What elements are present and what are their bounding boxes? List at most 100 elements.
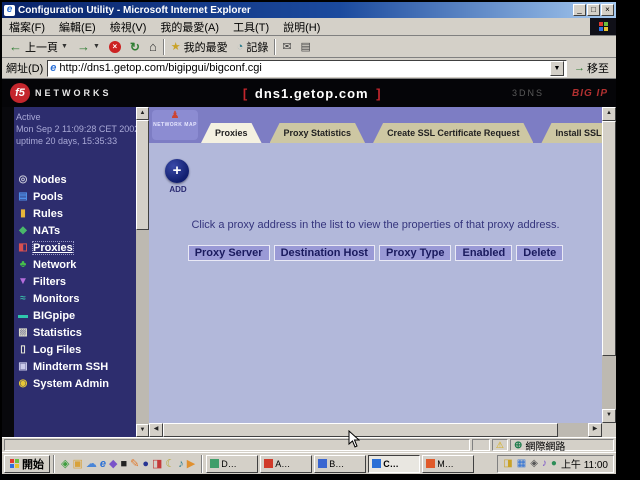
task-window-button[interactable]: M…	[422, 455, 474, 473]
restore-button[interactable]: □	[587, 4, 600, 16]
stop-icon: ×	[109, 41, 121, 53]
refresh-button[interactable]: ↻	[127, 39, 143, 55]
start-button[interactable]: 開始	[4, 455, 50, 473]
col-proxy-type[interactable]: Proxy Type	[379, 245, 452, 261]
menu-view[interactable]: 檢視(V)	[103, 19, 154, 35]
history-button[interactable]: ◔ 記錄	[234, 38, 272, 56]
col-delete[interactable]: Delete	[516, 245, 563, 261]
back-dropdown-icon[interactable]: ▼	[61, 43, 68, 50]
sidebar-item-bigpipe[interactable]: ▬ BIGpipe	[16, 307, 136, 324]
sidebar-item-system-admin[interactable]: ◉ System Admin	[16, 375, 136, 392]
tray-icon[interactable]: ◈	[530, 458, 538, 469]
address-dropdown-icon[interactable]: ▼	[550, 61, 564, 76]
rules-icon: ▮	[16, 208, 30, 219]
address-label: 網址(D)	[6, 60, 43, 76]
forward-dropdown-icon[interactable]: ▼	[93, 43, 100, 50]
sidebar-scroll-thumb[interactable]	[136, 120, 149, 230]
sidebar-item-filters[interactable]: ▼ Filters	[16, 273, 136, 290]
sidebar: Active Mon Sep 2 11:09:28 CET 2002 uptim…	[2, 107, 136, 437]
quick-launch-icon[interactable]: ◨	[152, 456, 162, 472]
quick-launch-icon[interactable]: ▶	[187, 456, 195, 472]
menu-edit[interactable]: 編輯(E)	[52, 19, 103, 35]
add-icon[interactable]: +	[165, 159, 189, 183]
sidebar-item-statistics[interactable]: ▨ Statistics	[16, 324, 136, 341]
add-proxy-control[interactable]: + ADD	[165, 159, 191, 194]
status-message-panel	[4, 439, 470, 451]
back-button[interactable]: ← 上一頁 ▼	[6, 38, 71, 56]
task-icon	[426, 459, 435, 468]
home-button[interactable]: ⌂	[146, 38, 160, 55]
address-input[interactable]	[59, 62, 550, 74]
scroll-down-icon[interactable]: ▼	[602, 409, 616, 423]
sidebar-item-mindterm-ssh[interactable]: ▣ Mindterm SSH	[16, 358, 136, 375]
quick-launch-icon[interactable]: ▣	[72, 456, 82, 472]
menu-favorites[interactable]: 我的最愛(A)	[153, 19, 226, 35]
nats-icon: ◆	[16, 225, 30, 236]
task-window-button[interactable]: D…	[206, 455, 258, 473]
content-horizontal-scrollbar[interactable]: ◀ ▶	[149, 423, 602, 437]
scroll-down-icon[interactable]: ▼	[136, 424, 149, 437]
sidebar-item-nodes[interactable]: ◎ Nodes	[16, 171, 136, 188]
system-admin-icon: ◉	[16, 378, 30, 389]
tray-icon[interactable]: ●	[551, 458, 557, 469]
quick-launch-icon[interactable]: ●	[142, 456, 149, 472]
sidebar-item-pools[interactable]: ▤ Pools	[16, 188, 136, 205]
task-window-button[interactable]: B…	[314, 455, 366, 473]
content-vscroll-thumb[interactable]	[602, 121, 616, 356]
favorites-button[interactable]: ★ 我的最愛	[168, 38, 231, 56]
go-label: 移至	[587, 60, 609, 76]
mail-button[interactable]: ✉	[279, 39, 294, 54]
content-vertical-scrollbar[interactable]: ▲ ▼	[602, 107, 616, 423]
tray-icon[interactable]: ♪	[542, 458, 547, 469]
scroll-up-icon[interactable]: ▲	[136, 107, 149, 120]
quick-launch-icon[interactable]: ◈	[61, 456, 69, 472]
quick-launch-icon[interactable]: e	[100, 456, 106, 472]
content-hscroll-thumb[interactable]	[163, 423, 558, 437]
tray-icon[interactable]: ◨	[503, 458, 512, 469]
taskbar: 開始 ◈ ▣ ☁ e ◆ ■ ✎ ● ◨ ☾ ♪ ▶ D… A…	[2, 452, 616, 474]
sidebar-item-network[interactable]: ♣ Network	[16, 256, 136, 273]
menu-tools[interactable]: 工具(T)	[226, 19, 276, 35]
scroll-left-icon[interactable]: ◀	[149, 423, 163, 437]
menu-help[interactable]: 說明(H)	[276, 19, 327, 35]
product-bigip-label: BIG IP	[572, 88, 608, 99]
col-enabled[interactable]: Enabled	[455, 245, 512, 261]
stop-button[interactable]: ×	[106, 40, 124, 54]
quick-launch-icon[interactable]: ✎	[130, 456, 139, 472]
sidebar-item-rules[interactable]: ▮ Rules	[16, 205, 136, 222]
scroll-right-icon[interactable]: ▶	[588, 423, 602, 437]
taskbar-separator	[201, 455, 203, 473]
sidebar-scrollbar[interactable]: ▲ ▼	[136, 107, 149, 437]
sidebar-item-monitors[interactable]: ≈ Monitors	[16, 290, 136, 307]
forward-icon: →	[77, 39, 90, 54]
network-map-button[interactable]: ♟ NETWORK MAP	[152, 110, 198, 140]
print-button[interactable]: ▤	[298, 39, 314, 54]
quick-launch-icon[interactable]: ☾	[165, 456, 175, 472]
status-bar: ⚠ ⊕ 網際網路	[2, 437, 616, 452]
quick-launch-icon[interactable]: ■	[120, 456, 127, 472]
quick-launch-icon[interactable]: ◆	[109, 456, 117, 472]
minimize-button[interactable]: _	[573, 4, 586, 16]
proxies-icon: ◧	[16, 242, 30, 253]
tray-icon[interactable]: ▦	[517, 458, 526, 469]
forward-button[interactable]: → ▼	[74, 38, 103, 55]
go-button[interactable]: → 移至	[571, 60, 612, 76]
sidebar-item-nats[interactable]: ◆ NATs	[16, 222, 136, 239]
tab-proxy-statistics[interactable]: Proxy Statistics	[270, 123, 366, 143]
window-titlebar: e Configuration Utility - Microsoft Inte…	[2, 2, 616, 18]
col-destination-host[interactable]: Destination Host	[274, 245, 375, 261]
scroll-up-icon[interactable]: ▲	[602, 107, 616, 121]
sidebar-item-log-files[interactable]: ▯ Log Files	[16, 341, 136, 358]
quick-launch-icon[interactable]: ♪	[178, 456, 184, 472]
task-window-button[interactable]: A…	[260, 455, 312, 473]
sidebar-item-proxies[interactable]: ◧ Proxies	[16, 239, 136, 256]
menu-file[interactable]: 檔案(F)	[2, 19, 52, 35]
quick-launch-icon[interactable]: ☁	[86, 456, 97, 472]
tab-create-ssl-certificate-request[interactable]: Create SSL Certificate Request	[373, 123, 533, 143]
tab-proxies[interactable]: Proxies	[201, 123, 262, 143]
windows-flag-icon	[599, 22, 608, 31]
globe-icon: ⊕	[514, 440, 522, 451]
col-proxy-server[interactable]: Proxy Server	[188, 245, 270, 261]
close-button[interactable]: ×	[601, 4, 614, 16]
task-window-button-active[interactable]: C…	[368, 455, 420, 473]
